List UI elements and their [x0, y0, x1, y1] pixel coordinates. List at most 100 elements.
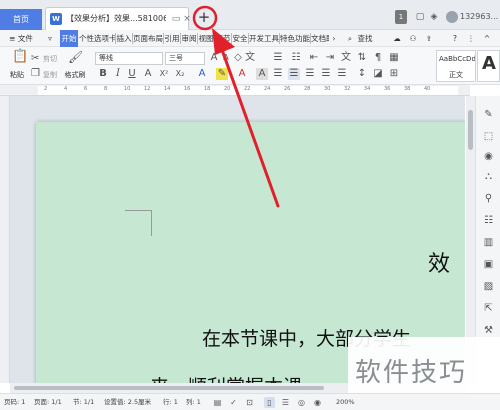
menu-start[interactable]: 开始: [60, 30, 78, 47]
chart-icon[interactable]: ▥: [482, 236, 495, 249]
menu-features[interactable]: 特色功能: [280, 30, 310, 47]
format-painter-button[interactable]: 格式刷: [62, 70, 88, 80]
superscript-icon[interactable]: X²: [158, 68, 170, 80]
stamp-icon[interactable]: ⚲: [482, 192, 495, 205]
copy-button[interactable]: 复制: [40, 70, 60, 80]
doc-lock-icon[interactable]: ⊡: [244, 397, 255, 408]
image-icon[interactable]: ▣: [482, 258, 495, 271]
skin-icon[interactable]: ◈: [428, 10, 440, 24]
menu-insert[interactable]: 插入: [116, 30, 132, 47]
menu-page-layout[interactable]: 页面布局: [133, 30, 163, 47]
align-left-icon[interactable]: ☰: [272, 68, 284, 80]
clear-format-icon[interactable]: ◇: [232, 52, 244, 64]
paste-icon[interactable]: 📋: [12, 50, 28, 67]
status-column[interactable]: 列: 1: [186, 394, 201, 410]
export-icon[interactable]: ⇱: [482, 302, 495, 315]
line-spacing-icon[interactable]: ↕: [356, 68, 368, 80]
more-icon[interactable]: ⋮: [466, 30, 476, 47]
horizontal-scrollbar-thumb[interactable]: [14, 386, 324, 390]
status-setting-value[interactable]: 设置值: 2.5厘米: [104, 394, 151, 410]
menu-chapter[interactable]: 章节: [215, 30, 231, 47]
char-shading-icon[interactable]: A: [256, 68, 268, 80]
collaborate-icon[interactable]: ⚇: [408, 30, 418, 47]
quick-access-dropdown-icon[interactable]: ▿: [45, 30, 55, 47]
borders-icon[interactable]: ▦: [388, 52, 400, 64]
shading-icon[interactable]: ◪: [372, 68, 384, 80]
status-section[interactable]: 节: 1/1: [73, 394, 94, 410]
status-row[interactable]: 行: 1: [163, 394, 178, 410]
file-menu[interactable]: ≡ 文件: [4, 30, 38, 47]
cut-icon[interactable]: ✂: [31, 53, 39, 65]
read-mode-icon[interactable]: ◉: [312, 397, 323, 408]
style-heading[interactable]: A: [477, 50, 500, 82]
distribute-icon[interactable]: ☰: [336, 68, 348, 80]
highlight-icon[interactable]: ✎: [216, 68, 228, 80]
table-borders-icon[interactable]: ⊞: [388, 68, 400, 80]
location-icon[interactable]: ◉: [482, 150, 495, 163]
cloud-icon[interactable]: ☁: [392, 30, 402, 47]
horizontal-ruler[interactable]: 2 4 6 8 10 12 14 16 18 20 22 24 26 28 30 32 34 36 38 40: [0, 85, 470, 96]
paint-icon[interactable]: ⛬: [482, 170, 495, 183]
web-view-icon[interactable]: ◎: [296, 397, 307, 408]
subscript-icon[interactable]: X₂: [174, 68, 186, 80]
menu-review[interactable]: 审阅: [181, 30, 197, 47]
menu-developer[interactable]: 开发工具: [249, 30, 279, 47]
status-page-count[interactable]: 页面: 1/1: [34, 394, 62, 410]
photo-icon[interactable]: ▨: [482, 280, 495, 293]
avatar[interactable]: [446, 11, 458, 23]
pen-icon[interactable]: ✎: [482, 108, 495, 121]
decrease-indent-icon[interactable]: ⇤: [308, 52, 320, 64]
outline-icon[interactable]: ☷: [482, 214, 495, 227]
menu-security[interactable]: 安全: [232, 30, 248, 47]
phonetic-icon[interactable]: 文: [244, 52, 256, 64]
search-button[interactable]: 查找: [356, 30, 374, 47]
share-icon[interactable]: ⇪: [424, 30, 434, 47]
help-icon[interactable]: ?: [450, 30, 460, 47]
menu-custom-tab[interactable]: 个性选项卡: [79, 30, 117, 47]
spell-check-icon[interactable]: ✓: [228, 397, 239, 408]
new-tab-button[interactable]: +: [195, 8, 213, 26]
font-name-select[interactable]: 等线: [95, 52, 163, 65]
format-painter-icon[interactable]: 🖌: [68, 51, 83, 65]
zoom-level[interactable]: 200%: [336, 394, 355, 410]
bullets-icon[interactable]: ☰: [272, 52, 284, 64]
bold-icon[interactable]: B: [97, 68, 109, 80]
menu-doc-assistant[interactable]: 文档助: [311, 30, 329, 47]
text-effect-icon[interactable]: A: [196, 68, 208, 80]
outline-view-icon[interactable]: ☰: [280, 397, 291, 408]
justify-icon[interactable]: ☰: [320, 68, 332, 80]
menu-more-chevron-icon[interactable]: ›: [330, 30, 338, 47]
underline-icon[interactable]: U: [126, 68, 138, 80]
grow-font-icon[interactable]: A: [208, 52, 220, 64]
cut-button[interactable]: 剪切: [40, 54, 60, 64]
status-page-number[interactable]: 页码: 1: [4, 394, 25, 410]
username[interactable]: 132963...: [460, 10, 500, 24]
italic-icon[interactable]: I: [112, 68, 124, 80]
select-icon[interactable]: ⬚: [482, 130, 495, 143]
word-count-icon[interactable]: ▤: [212, 397, 223, 408]
window-layout-icon[interactable]: ▢: [414, 10, 426, 24]
strikethrough-icon[interactable]: A: [142, 68, 154, 80]
sort-icon[interactable]: ⇅: [356, 52, 368, 64]
page-view-icon[interactable]: ▯: [264, 397, 275, 408]
tools-icon[interactable]: ⚒: [482, 324, 495, 337]
font-color-icon[interactable]: A: [236, 68, 248, 80]
vertical-ruler[interactable]: [0, 96, 10, 383]
search-icon[interactable]: ⌕: [345, 30, 355, 47]
align-right-icon[interactable]: ☰: [304, 68, 316, 80]
numbering-icon[interactable]: ☷: [290, 52, 302, 64]
increase-indent-icon[interactable]: ⇥: [324, 52, 336, 64]
show-marks-icon[interactable]: ¶: [372, 52, 384, 64]
chinese-layout-icon[interactable]: 文: [340, 52, 352, 64]
font-size-select[interactable]: 三号: [165, 52, 205, 65]
collapse-ribbon-icon[interactable]: ^: [482, 30, 492, 47]
document-paragraph-line[interactable]: 来，顺利掌握本课: [150, 372, 302, 383]
style-normal[interactable]: AaBbCcDd 正文: [436, 50, 476, 82]
document-tab[interactable]: W 【效果分析】效果...5810065* ▭ ×: [45, 7, 191, 30]
align-center-icon[interactable]: ☰: [288, 68, 300, 80]
paste-button[interactable]: 粘贴: [6, 70, 28, 80]
menu-references[interactable]: 引用: [164, 30, 180, 47]
vertical-scrollbar-thumb[interactable]: [468, 110, 473, 150]
shrink-font-icon[interactable]: A: [220, 52, 232, 64]
close-tab-icon[interactable]: ×: [181, 13, 193, 25]
